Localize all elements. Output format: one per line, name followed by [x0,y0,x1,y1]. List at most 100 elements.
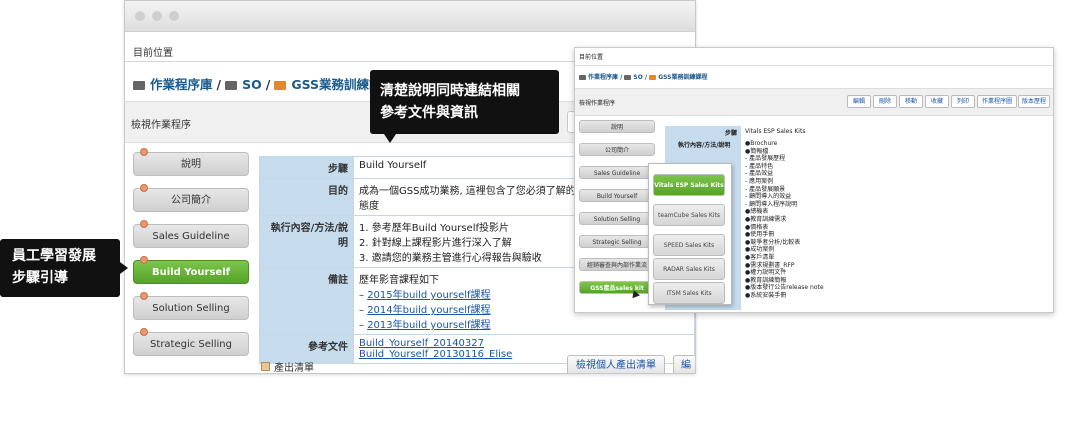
list-item: - 產品發展歷程 [745,155,786,163]
sidebar-item-label: Build Yourself [152,267,230,278]
reference-link[interactable]: Build_Yourself_20140327 [359,338,484,349]
callout-top: 清楚說明同時連結相關 參考文件與資訊 [370,70,559,134]
course-link-2015[interactable]: 2015年build yourself課程 [367,290,490,301]
sidebar-item-active[interactable]: GSS產品sales kit [579,281,655,294]
secondary-breadcrumb: 作業程序庫 / SO / GSS業務訓練課程 [579,72,708,81]
sidebar-item-label: Solution Selling [152,303,230,314]
sidebar-item-label: 公司簡介 [171,195,211,206]
view-output-button[interactable]: 檢視個人產出清單 [567,355,665,373]
folder-icon [579,75,586,80]
sidebar-item-build-yourself[interactable]: Build Yourself [133,256,249,284]
edit-button[interactable]: 編輯 [847,95,871,108]
list-item: ●需求規劃書_RFP [745,261,795,269]
list-item: ●價格表 [745,223,769,231]
list-item: ●權力說明文件 [745,269,787,277]
callout-left-arrow [120,262,128,274]
method-header: 執行內容/方法/說明 [259,215,354,268]
reference-link[interactable]: Build_Yourself_20130116_Elise [359,349,512,360]
callout-left: 員工學習發展 步驟引導 [0,239,120,297]
popup-item-vitals[interactable]: Vitals ESP Sales Kits [653,174,725,196]
callout-top-line: 參考文件與資訊 [380,105,478,121]
list-item: ●Brochure [745,140,778,147]
breadcrumb: 作業程序庫 / SO / GSS業務訓練課程 [133,74,394,93]
secondary-header [575,48,1053,66]
pin-icon [140,184,148,192]
popup-item-teamcube[interactable]: teamCube Sales Kits [653,204,725,226]
square-icon [261,362,270,371]
popup-item-itsm[interactable]: ITSM Sales Kits [653,282,725,304]
callout-top-arrow [384,134,396,143]
sidebar-item[interactable]: 公司簡介 [579,143,655,156]
sidebar-item-solution-selling[interactable]: Solution Selling [133,292,249,320]
sidebar-item[interactable]: Sales Guideline [579,166,655,179]
list-item: ●系統安裝手冊 [745,291,787,299]
secondary-window: 目前位置 作業程序庫 / SO / GSS業務訓練課程 檢視作業程序 編輯 刪除… [574,47,1054,313]
sidebar-item-label: Sales Guideline [152,231,230,242]
list-item: - 應用案例 [745,177,774,185]
pin-icon [140,148,148,156]
panel-title: 檢視作業程序 [131,120,191,131]
breadcrumb-item[interactable]: GSS業務訓練課程 [658,74,707,81]
window-minimize-dot[interactable] [152,11,162,21]
sidebar-item-label: 說明 [181,159,201,170]
sidebar-item-sales-guideline[interactable]: Sales Guideline [133,220,249,248]
procedure-chart-button[interactable]: 作業程序圖 [977,95,1017,108]
pin-icon [140,220,148,228]
remark-header: 備註 [259,267,354,335]
list-item: ●總機表 [745,208,769,216]
list-item: - 顧問導入的效益 [745,193,792,201]
location-label: 目前位置 [133,48,173,59]
breadcrumb-item[interactable]: SO [633,74,642,81]
method-header: 執行內容/方法/說明 [678,142,731,149]
list-item: – 2013年build yourself課程 [359,320,491,331]
popup-item-radar[interactable]: RADAR Sales Kits [653,258,725,280]
list-item: ●客戶清單 [745,253,775,261]
sidebar-item[interactable]: 說明 [579,120,655,133]
pin-icon [140,256,148,264]
callout-left-line: 步驟引導 [12,270,68,286]
course-link-2013[interactable]: 2013年build yourself課程 [367,320,490,331]
pin-icon [140,328,148,336]
delete-button[interactable]: 刪除 [873,95,897,108]
window-close-dot[interactable] [135,11,145,21]
method-list: ●Brochure ●簡報檔 - 產品發展歷程 - 產品特色 - 產品效益 - … [745,140,824,299]
folder-icon [133,81,145,90]
window-maximize-dot[interactable] [169,11,179,21]
course-link-2014[interactable]: 2014年build yourself課程 [367,305,490,316]
print-button[interactable]: 列印 [951,95,975,108]
sidebar-item[interactable]: Solution Selling [579,212,655,225]
sidebar-item[interactable]: 經銷審查與內部作業流 [579,258,655,271]
breadcrumb-item-so[interactable]: SO [242,77,262,92]
breadcrumb-item[interactable]: 作業程序庫 [588,74,618,81]
sidebar-item-label: Strategic Selling [150,339,232,350]
sales-kit-popup: Vitals ESP Sales Kits teamCube Sales Kit… [648,163,732,305]
step-header: 步驟 [259,156,354,179]
list-item: ●成功案例 [745,246,775,254]
step-value: Vitals ESP Sales Kits [745,128,806,135]
folder-open-icon [649,75,657,80]
sidebar-item-company[interactable]: 公司簡介 [133,184,249,212]
callout-left-line: 員工學習發展 [12,248,96,264]
output-label-text: 產出清單 [274,363,314,374]
sidebar-item-description[interactable]: 說明 [133,148,249,176]
breadcrumb-item-library[interactable]: 作業程序庫 [150,77,213,92]
output-list-label: 產出清單 [261,359,314,374]
goal-header: 目的 [259,178,354,216]
version-history-button[interactable]: 版本歷程 [1018,95,1050,108]
list-item: ●使用手冊 [745,231,775,239]
popup-item-speed[interactable]: SPEED Sales Kits [653,234,725,256]
sidebar-item[interactable]: Build Yourself [579,189,655,202]
breadcrumb-separator: / [216,77,222,92]
favorite-button[interactable]: 收藏 [925,95,949,108]
sidebar-item-strategic-selling[interactable]: Strategic Selling [133,328,249,356]
secondary-location-label: 目前位置 [579,54,604,61]
folder-icon [225,81,238,90]
edit-output-button[interactable]: 編 [673,355,695,373]
pin-icon [140,292,148,300]
sidebar-item[interactable]: Strategic Selling [579,235,655,248]
breadcrumb-separator: / [265,77,271,92]
list-item: ●版本發行公告release note [745,284,824,292]
folder-open-icon [274,81,287,90]
folder-icon [624,75,632,80]
move-button[interactable]: 移動 [899,95,923,108]
